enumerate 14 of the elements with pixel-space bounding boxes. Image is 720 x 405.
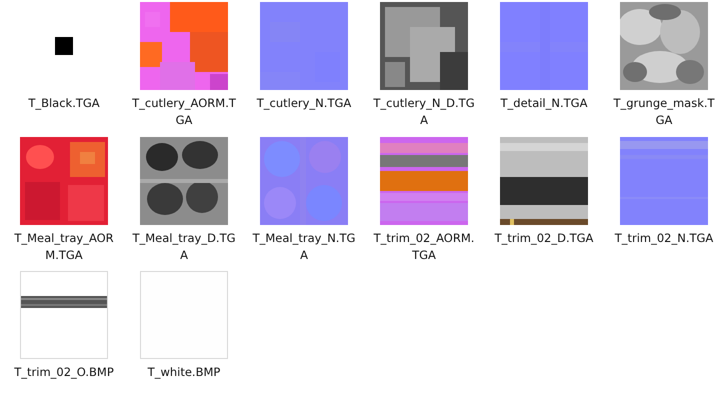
file-name[interactable]: T_grunge_mask.TGA: [612, 95, 716, 129]
file-name[interactable]: T_trim_02_D.TGA: [492, 230, 596, 246]
file-name[interactable]: T_detail_N.TGA: [492, 95, 596, 112]
file-name[interactable]: T_cutlery_AORM.TGA: [132, 95, 236, 129]
file-name[interactable]: T_Meal_tray_D.TGA: [132, 230, 236, 264]
file-name[interactable]: T_trim_02_AORM.TGA: [372, 230, 476, 264]
file-name[interactable]: T_white.BMP: [132, 364, 236, 381]
file-name[interactable]: T_Black.TGA: [12, 95, 116, 112]
file-name[interactable]: T_trim_02_O.BMP: [12, 364, 116, 381]
file-name[interactable]: T_trim_02_N.TGA: [612, 230, 716, 246]
file-name[interactable]: T_cutlery_N_D.TGA: [372, 95, 476, 129]
file-name[interactable]: T_cutlery_N.TGA: [252, 95, 356, 112]
file-name[interactable]: T_Meal_tray_AORM.TGA: [12, 230, 116, 264]
file-name[interactable]: T_Meal_tray_N.TGA: [252, 230, 356, 264]
